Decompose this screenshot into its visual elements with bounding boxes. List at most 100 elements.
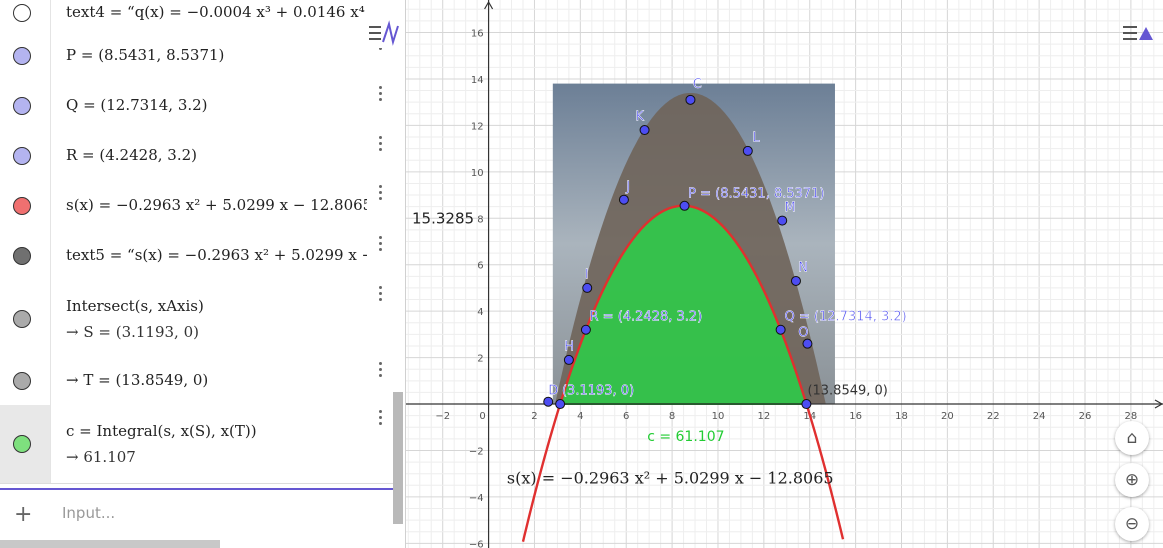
algebra-row-R[interactable]: R = (4.2428, 3.2) bbox=[0, 131, 393, 181]
row-content[interactable]: text5 = “s(x) = −0.2963 x² + 5.0299 x − … bbox=[66, 231, 367, 281]
row-content[interactable]: → T = (13.8549, 0) bbox=[66, 357, 367, 405]
row-content[interactable]: text4 = “q(x) = −0.0004 x³ + 0.0146 x⁴ bbox=[66, 0, 367, 30]
input-bar[interactable]: + Input... bbox=[0, 488, 393, 538]
more-options-icon[interactable] bbox=[379, 236, 383, 254]
point-P[interactable] bbox=[679, 200, 690, 211]
algebra-row-c[interactable]: c = Integral(s, x(S), x(T)) → 61.107 bbox=[0, 405, 393, 484]
more-options-icon[interactable] bbox=[379, 185, 383, 203]
row-definition: → T = (13.8549, 0) bbox=[66, 371, 209, 389]
point-label: C bbox=[693, 77, 702, 92]
y-tick-label: 12 bbox=[471, 121, 484, 132]
visibility-toggle-icon[interactable] bbox=[13, 46, 31, 65]
row-definition: text5 = “s(x) = −0.2963 x² + 5.0299 x − … bbox=[66, 246, 367, 264]
add-icon[interactable]: + bbox=[14, 502, 32, 527]
y-tick-label: 4 bbox=[477, 307, 483, 318]
vertical-scrollbar[interactable] bbox=[393, 392, 403, 524]
more-options-icon[interactable] bbox=[379, 362, 383, 380]
point-label: H bbox=[564, 340, 574, 355]
x-tick-label: 22 bbox=[987, 411, 1000, 422]
algebra-row-s[interactable]: s(x) = −0.2963 x² + 5.0299 x − 12.8065 bbox=[0, 180, 393, 232]
horizontal-scrollbar[interactable] bbox=[0, 540, 220, 548]
zoom-in-icon[interactable]: ⊕ bbox=[1115, 463, 1149, 497]
row-definition: s(x) = −0.2963 x² + 5.0299 x − 12.8065 bbox=[66, 195, 367, 214]
visibility-toggle-icon[interactable] bbox=[13, 4, 31, 22]
algebra-style-icon[interactable] bbox=[365, 18, 401, 48]
x-tick-label: 6 bbox=[623, 411, 629, 422]
point-label: I bbox=[585, 268, 589, 283]
point-label: J bbox=[625, 179, 630, 194]
point-M[interactable] bbox=[777, 215, 788, 226]
y-tick-label: 14 bbox=[471, 75, 484, 86]
function-text: s(x) = −0.2963 x² + 5.0299 x − 12.8065 bbox=[507, 468, 834, 487]
y-tick-label: 2 bbox=[477, 354, 483, 365]
algebra-row-T[interactable]: → T = (13.8549, 0) bbox=[0, 357, 393, 406]
algebra-row-text5[interactable]: text5 = “s(x) = −0.2963 x² + 5.0299 x − … bbox=[0, 231, 393, 282]
row-marker[interactable] bbox=[0, 180, 51, 231]
point-N[interactable] bbox=[790, 275, 801, 286]
graph-canvas[interactable]: −2 0 2 4 6 8 10 12 14 16 18 20 22 24 26 28161412108642−… bbox=[406, 0, 1163, 548]
more-options-icon[interactable] bbox=[379, 410, 383, 428]
row-marker[interactable] bbox=[0, 281, 51, 357]
more-options-icon[interactable] bbox=[379, 286, 383, 304]
graphics-view[interactable]: −2 0 2 4 6 8 10 12 14 16 18 20 22 24 26 28 16 14 12 10 8 6 4 2−… bbox=[406, 0, 1163, 548]
algebra-view: text4 = “q(x) = −0.0004 x³ + 0.0146 x⁴ P … bbox=[0, 0, 406, 548]
row-marker[interactable] bbox=[0, 131, 51, 180]
x-tick-label: 0 bbox=[479, 411, 485, 422]
zoom-out-icon[interactable]: ⊖ bbox=[1115, 507, 1149, 541]
algebra-row-Q[interactable]: Q = (12.7314, 3.2) bbox=[0, 81, 393, 132]
row-marker[interactable] bbox=[0, 357, 51, 405]
point-R[interactable] bbox=[580, 324, 591, 335]
point-label: D bbox=[548, 384, 558, 399]
row-content[interactable]: Intersect(s, xAxis) → S = (3.1193, 0) bbox=[66, 281, 367, 357]
row-marker[interactable] bbox=[0, 81, 51, 131]
row-output: → 61.107 bbox=[66, 448, 136, 466]
input-placeholder[interactable]: Input... bbox=[62, 504, 115, 522]
row-definition: Q = (12.7314, 3.2) bbox=[66, 96, 208, 114]
row-marker[interactable] bbox=[0, 30, 51, 81]
x-tick-label: 12 bbox=[757, 411, 770, 422]
row-content[interactable]: R = (4.2428, 3.2) bbox=[66, 131, 367, 180]
y-tick-label: 10 bbox=[471, 168, 484, 179]
visibility-toggle-icon[interactable] bbox=[13, 146, 31, 165]
y-tick-label: −4 bbox=[469, 493, 484, 504]
point-C[interactable] bbox=[685, 94, 696, 105]
row-marker[interactable] bbox=[0, 231, 51, 281]
point-K[interactable] bbox=[639, 125, 650, 136]
more-options-icon[interactable] bbox=[379, 86, 383, 104]
home-icon[interactable]: ⌂ bbox=[1115, 421, 1149, 455]
x-tick-label: 26 bbox=[1079, 411, 1092, 422]
point-Q[interactable] bbox=[775, 324, 786, 335]
point-H[interactable] bbox=[563, 354, 574, 365]
x-tick-label: 18 bbox=[895, 411, 908, 422]
row-content[interactable]: Q = (12.7314, 3.2) bbox=[66, 81, 367, 131]
algebra-row-intersect[interactable]: Intersect(s, xAxis) → S = (3.1193, 0) bbox=[0, 281, 393, 358]
row-marker[interactable] bbox=[0, 405, 51, 483]
point-J[interactable] bbox=[618, 194, 629, 205]
row-definition: R = (4.2428, 3.2) bbox=[66, 145, 197, 164]
algebra-row-text4[interactable]: text4 = “q(x) = −0.0004 x³ + 0.0146 x⁴ bbox=[0, 0, 393, 31]
row-marker[interactable] bbox=[0, 0, 51, 30]
point-label: P = (8.5431, 8.5371) bbox=[688, 186, 824, 201]
point-S[interactable] bbox=[555, 399, 566, 410]
row-content[interactable]: P = (8.5431, 8.5371) bbox=[66, 30, 367, 81]
integral-label: c = 61.107 bbox=[647, 429, 724, 445]
row-content[interactable]: s(x) = −0.2963 x² + 5.0299 x − 12.8065 bbox=[66, 180, 367, 231]
visibility-toggle-icon[interactable] bbox=[13, 196, 31, 215]
point-T[interactable] bbox=[801, 399, 812, 410]
visibility-toggle-icon[interactable] bbox=[13, 310, 31, 328]
point-label: (13.8549, 0) bbox=[807, 384, 887, 399]
point-L[interactable] bbox=[742, 145, 753, 156]
more-options-icon[interactable] bbox=[379, 136, 383, 154]
graphics-style-icon[interactable] bbox=[1119, 18, 1155, 48]
visibility-toggle-icon[interactable] bbox=[13, 372, 31, 390]
visibility-toggle-icon[interactable] bbox=[13, 435, 31, 453]
point-label: K bbox=[635, 110, 644, 125]
algebra-row-P[interactable]: P = (8.5431, 8.5371) bbox=[0, 30, 393, 82]
x-tick-label: 16 bbox=[849, 411, 862, 422]
visibility-toggle-icon[interactable] bbox=[13, 247, 31, 265]
value-label: 15.3285 bbox=[412, 209, 474, 227]
point-I[interactable] bbox=[582, 282, 593, 293]
visibility-toggle-icon[interactable] bbox=[13, 97, 31, 115]
row-content[interactable]: c = Integral(s, x(S), x(T)) → 61.107 bbox=[66, 405, 367, 483]
y-tick-label: 16 bbox=[471, 29, 484, 40]
